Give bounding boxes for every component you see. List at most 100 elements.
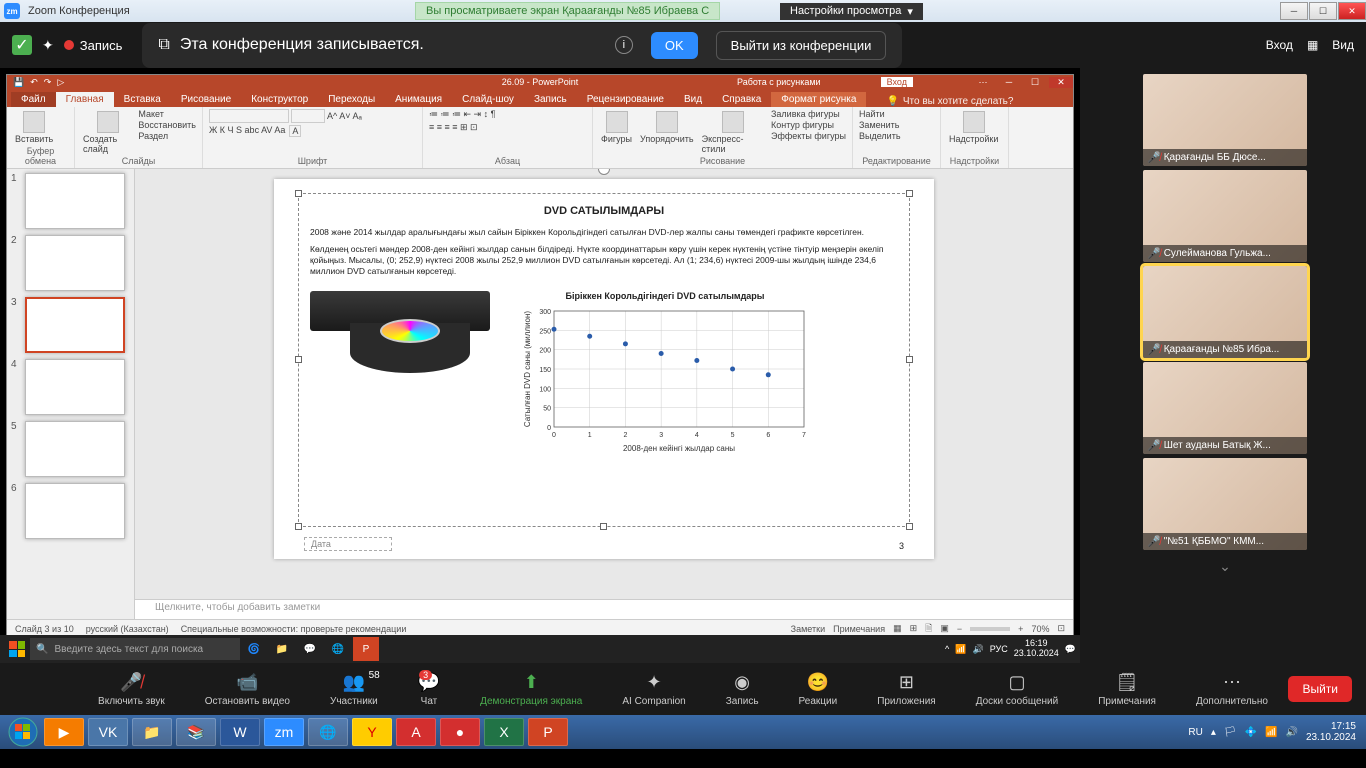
sorter-view-icon[interactable]: ⊞	[910, 623, 918, 634]
shield-icon[interactable]: ✓	[12, 35, 32, 55]
ppt-close-button[interactable]: ✕	[1049, 77, 1073, 88]
tab-format[interactable]: Формат рисунка	[771, 92, 866, 107]
shapes-button[interactable]: Фигуры	[599, 109, 634, 146]
inner-system-tray[interactable]: ^ 📶 🔊 РУС 16:19 23.10.2024 💬	[945, 639, 1076, 659]
zoom-in-button[interactable]: +	[1018, 624, 1023, 634]
taskbar-excel[interactable]: X	[484, 718, 524, 746]
tray-network-icon[interactable]: 📶	[1265, 727, 1277, 738]
shape-effects-button[interactable]: Эффекты фигуры	[771, 131, 846, 141]
tab-record[interactable]: Запись	[524, 92, 577, 107]
resize-handle-w[interactable]	[295, 356, 302, 363]
normal-view-icon[interactable]: ▦	[893, 623, 902, 634]
thumbnail-1[interactable]: 1	[11, 173, 130, 229]
status-language[interactable]: русский (Казахстан)	[86, 624, 169, 634]
maximize-button[interactable]: ☐	[1309, 2, 1337, 20]
taskbar-app-red[interactable]: ●	[440, 718, 480, 746]
thumbnail-2[interactable]: 2	[11, 235, 130, 291]
rotation-handle[interactable]	[598, 169, 610, 175]
addins-button[interactable]: Надстройки	[947, 109, 1000, 146]
thumbnail-3[interactable]: 3	[11, 297, 130, 353]
resize-handle-se[interactable]	[906, 523, 913, 530]
tray-language[interactable]: РУС	[990, 644, 1008, 654]
tray-chevron-up-icon[interactable]: ▴	[1211, 727, 1216, 738]
slideshow-view-icon[interactable]: ▣	[940, 623, 949, 634]
thumbnail-5[interactable]: 5	[11, 421, 130, 477]
status-accessibility[interactable]: Специальные возможности: проверьте реком…	[181, 624, 407, 634]
taskbar-vk[interactable]: VK	[88, 718, 128, 746]
tray-network-icon[interactable]: 📶	[955, 644, 966, 655]
inner-app-skype[interactable]: 💬	[297, 637, 323, 661]
resize-handle-e[interactable]	[906, 356, 913, 363]
redo-icon[interactable]: ↷	[44, 77, 52, 88]
collapse-participants-button[interactable]: ⌄	[1084, 554, 1366, 579]
inner-app-cortana[interactable]: 🌀	[241, 637, 267, 661]
tray-notifications-icon[interactable]: 💬	[1065, 644, 1076, 655]
tab-file[interactable]: Файл	[11, 92, 56, 107]
exit-meeting-button[interactable]: Выйти	[1288, 676, 1352, 702]
enter-link[interactable]: Вход	[1266, 38, 1293, 52]
star-icon[interactable]: ✦	[42, 37, 54, 54]
tab-help[interactable]: Справка	[712, 92, 771, 107]
tab-slideshow[interactable]: Слайд-шоу	[452, 92, 524, 107]
minimize-button[interactable]: ─	[1280, 2, 1308, 20]
tab-transitions[interactable]: Переходы	[318, 92, 385, 107]
start-button[interactable]	[4, 717, 42, 747]
tray-language[interactable]: RU	[1188, 727, 1202, 738]
taskbar-yandex[interactable]: Y	[352, 718, 392, 746]
tab-design[interactable]: Конструктор	[241, 92, 318, 107]
status-notes-button[interactable]: Заметки	[791, 624, 825, 634]
resize-handle-ne[interactable]	[906, 190, 913, 197]
tray-chevron-icon[interactable]: ^	[945, 644, 949, 654]
participant-tile-3[interactable]: 🎤̸Шет ауданы Батық Ж...	[1143, 362, 1307, 454]
tool-share-screen[interactable]: ⬆Демонстрация экрана	[480, 672, 582, 707]
participant-tile-0[interactable]: 🎤̸Қарағанды ББ Дюсе...	[1143, 74, 1307, 166]
notes-pane[interactable]: Щелкните, чтобы добавить заметки	[135, 599, 1073, 619]
zoom-out-button[interactable]: −	[957, 624, 962, 634]
layout-button[interactable]: Макет	[138, 109, 196, 119]
slide-editor[interactable]: DVD САТЫЛЫМДАРЫ 2008 және 2014 жылдар ар…	[135, 169, 1073, 619]
participant-tile-4[interactable]: 🎤̸"№51 ҚББМО" КММ...	[1143, 458, 1307, 550]
inner-app-edge[interactable]: 🌐	[325, 637, 351, 661]
slide-thumbnails-panel[interactable]: 1 2 3 4 5 6	[7, 169, 135, 619]
taskbar-explorer[interactable]: 📁	[132, 718, 172, 746]
view-settings-dropdown[interactable]: Настройки просмотра ▾	[780, 3, 923, 20]
ppt-ribbon-options-icon[interactable]: ⋯	[971, 77, 995, 88]
tray-flag-icon[interactable]: 🏳	[1224, 727, 1237, 738]
tab-review[interactable]: Рецензирование	[577, 92, 674, 107]
select-button[interactable]: Выделить	[859, 131, 901, 141]
resize-handle-s[interactable]	[600, 523, 607, 530]
tool-reactions[interactable]: 😊Реакции	[799, 672, 838, 707]
tell-me-search[interactable]: 💡 Что вы хотите сделать?	[886, 96, 1013, 107]
tray-volume-icon[interactable]: 🔊	[1285, 727, 1297, 738]
slideshow-icon[interactable]: ▷	[57, 77, 64, 88]
date-placeholder[interactable]: Дата	[304, 537, 392, 551]
tab-insert[interactable]: Вставка	[114, 92, 171, 107]
taskbar-winrar[interactable]: 📚	[176, 718, 216, 746]
resize-handle-sw[interactable]	[295, 523, 302, 530]
paste-button[interactable]: Вставить	[13, 109, 55, 146]
tool-whiteboard[interactable]: ▢Доски сообщений	[976, 672, 1059, 707]
find-button[interactable]: Найти	[859, 109, 901, 119]
tab-home[interactable]: Главная	[56, 92, 114, 107]
participant-tile-1[interactable]: 🎤̸Сулейманова Гульжа...	[1143, 170, 1307, 262]
inner-app-explorer[interactable]: 📁	[269, 637, 295, 661]
tool-chat[interactable]: 💬3Чат	[418, 672, 440, 707]
tool-ai-companion[interactable]: ✦AI Companion	[622, 672, 685, 707]
taskbar-zoom[interactable]: zm	[264, 718, 304, 746]
zoom-slider[interactable]	[970, 627, 1010, 631]
info-icon[interactable]: i	[615, 36, 633, 54]
shape-fill-button[interactable]: Заливка фигуры	[771, 109, 846, 119]
zoom-level[interactable]: 70%	[1031, 624, 1049, 634]
participant-tile-2[interactable]: 🎤̸Қараағанды №85 Ибра...	[1143, 266, 1307, 358]
replace-button[interactable]: Заменить	[859, 120, 901, 130]
new-slide-button[interactable]: Создать слайд	[81, 109, 134, 156]
undo-icon[interactable]: ↶	[30, 77, 38, 88]
quick-styles-button[interactable]: Экспресс-стили	[700, 109, 767, 156]
close-button[interactable]: ✕	[1338, 2, 1366, 20]
inner-app-powerpoint[interactable]: P	[353, 637, 379, 661]
tray-volume-icon[interactable]: 🔊	[972, 644, 983, 655]
ppt-maximize-button[interactable]: ☐	[1023, 77, 1047, 88]
tool-record[interactable]: ◉Запись	[726, 672, 759, 707]
resize-handle-nw[interactable]	[295, 190, 302, 197]
tray-zoom-icon[interactable]: 💠	[1245, 727, 1257, 738]
